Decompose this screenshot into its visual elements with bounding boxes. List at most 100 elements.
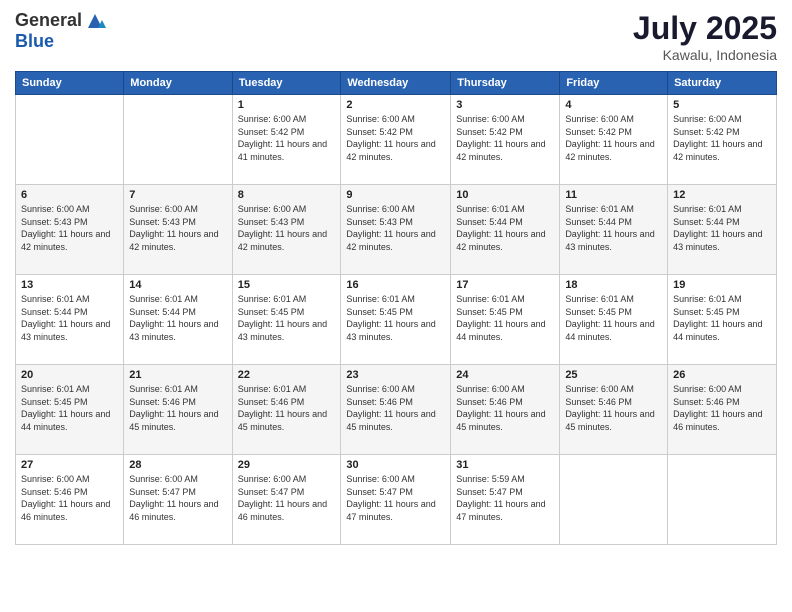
day-number: 22 <box>238 369 336 381</box>
calendar-cell: 14 Sunrise: 6:01 AMSunset: 5:44 PMDayligh… <box>124 275 232 365</box>
calendar-cell <box>16 95 124 185</box>
calendar-cell <box>124 95 232 185</box>
calendar-cell <box>560 455 668 545</box>
calendar-cell: 1 Sunrise: 6:00 AMSunset: 5:42 PMDaylight… <box>232 95 341 185</box>
weekday-header-monday: Monday <box>124 72 232 95</box>
day-info: Sunrise: 6:01 AMSunset: 5:46 PMDaylight:… <box>129 383 226 433</box>
calendar-cell: 18 Sunrise: 6:01 AMSunset: 5:45 PMDayligh… <box>560 275 668 365</box>
calendar-cell: 27 Sunrise: 6:00 AMSunset: 5:46 PMDayligh… <box>16 455 124 545</box>
day-info: Sunrise: 6:01 AMSunset: 5:44 PMDaylight:… <box>129 293 226 343</box>
day-info: Sunrise: 6:01 AMSunset: 5:44 PMDaylight:… <box>565 203 662 253</box>
calendar-cell: 12 Sunrise: 6:01 AMSunset: 5:44 PMDayligh… <box>668 185 777 275</box>
calendar-cell: 8Sunrise: 6:00 AMSunset: 5:43 PMDaylight… <box>232 185 341 275</box>
page: General Blue July 2025 Kawalu, Indonesia… <box>0 0 792 612</box>
calendar-table: SundayMondayTuesdayWednesdayThursdayFrid… <box>15 71 777 545</box>
day-number: 25 <box>565 369 662 381</box>
calendar-cell: 26 Sunrise: 6:00 AMSunset: 5:46 PMDayligh… <box>668 365 777 455</box>
calendar-cell: 24Sunrise: 6:00 AMSunset: 5:46 PMDayligh… <box>451 365 560 455</box>
day-number: 24 <box>456 369 554 381</box>
week-row-4: 20 Sunrise: 6:01 AMSunset: 5:45 PMDayligh… <box>16 365 777 455</box>
day-number: 13 <box>21 279 118 291</box>
weekday-header-tuesday: Tuesday <box>232 72 341 95</box>
day-number: 15 <box>238 279 336 291</box>
day-info: Sunrise: 6:00 AMSunset: 5:46 PMDaylight:… <box>565 383 662 433</box>
calendar-cell: 29 Sunrise: 6:00 AMSunset: 5:47 PMDayligh… <box>232 455 341 545</box>
calendar-cell: 17 Sunrise: 6:01 AMSunset: 5:45 PMDayligh… <box>451 275 560 365</box>
day-info: Sunrise: 6:00 AMSunset: 5:47 PMDaylight:… <box>346 473 445 523</box>
day-number: 28 <box>129 459 226 471</box>
calendar-cell: 28 Sunrise: 6:00 AMSunset: 5:47 PMDayligh… <box>124 455 232 545</box>
calendar-cell: 15 Sunrise: 6:01 AMSunset: 5:45 PMDayligh… <box>232 275 341 365</box>
weekday-header-friday: Friday <box>560 72 668 95</box>
day-number: 20 <box>21 369 118 381</box>
day-info: Sunrise: 6:01 AMSunset: 5:46 PMDaylight:… <box>238 383 336 433</box>
day-number: 14 <box>129 279 226 291</box>
day-info: Sunrise: 6:00 AMSunset: 5:47 PMDaylight:… <box>129 473 226 523</box>
day-info: Sunrise: 6:00 AMSunset: 5:42 PMDaylight:… <box>238 113 336 163</box>
calendar-cell: 6 Sunrise: 6:00 AMSunset: 5:43 PMDaylight… <box>16 185 124 275</box>
day-number: 17 <box>456 279 554 291</box>
day-info: Sunrise: 6:00 AMSunset: 5:43 PMDaylight:… <box>21 203 118 253</box>
day-number: 26 <box>673 369 771 381</box>
day-info: Sunrise: 6:01 AMSunset: 5:45 PMDaylight:… <box>21 383 118 433</box>
month-title: July 2025 <box>633 10 777 47</box>
calendar-cell: 4Sunrise: 6:00 AMSunset: 5:42 PMDaylight… <box>560 95 668 185</box>
calendar-cell: 20 Sunrise: 6:01 AMSunset: 5:45 PMDayligh… <box>16 365 124 455</box>
day-number: 8 <box>238 189 336 201</box>
header: General Blue July 2025 Kawalu, Indonesia <box>15 10 777 63</box>
day-number: 12 <box>673 189 771 201</box>
title-area: July 2025 Kawalu, Indonesia <box>633 10 777 63</box>
day-number: 21 <box>129 369 226 381</box>
calendar-cell <box>668 455 777 545</box>
day-number: 27 <box>21 459 118 471</box>
day-info: Sunrise: 6:01 AMSunset: 5:45 PMDaylight:… <box>456 293 554 343</box>
day-info: Sunrise: 6:00 AMSunset: 5:43 PMDaylight:… <box>129 203 226 253</box>
day-info: Sunrise: 6:01 AMSunset: 5:45 PMDaylight:… <box>238 293 336 343</box>
week-row-3: 13 Sunrise: 6:01 AMSunset: 5:44 PMDayligh… <box>16 275 777 365</box>
calendar-cell: 30Sunrise: 6:00 AMSunset: 5:47 PMDayligh… <box>341 455 451 545</box>
calendar-cell: 11 Sunrise: 6:01 AMSunset: 5:44 PMDayligh… <box>560 185 668 275</box>
day-info: Sunrise: 6:00 AMSunset: 5:47 PMDaylight:… <box>238 473 336 523</box>
day-number: 9 <box>346 189 445 201</box>
day-info: Sunrise: 6:01 AMSunset: 5:44 PMDaylight:… <box>21 293 118 343</box>
calendar-cell: 16Sunrise: 6:01 AMSunset: 5:45 PMDayligh… <box>341 275 451 365</box>
day-number: 31 <box>456 459 554 471</box>
day-info: Sunrise: 5:59 AMSunset: 5:47 PMDaylight:… <box>456 473 554 523</box>
day-number: 29 <box>238 459 336 471</box>
week-row-2: 6 Sunrise: 6:00 AMSunset: 5:43 PMDaylight… <box>16 185 777 275</box>
day-number: 6 <box>21 189 118 201</box>
logo-general-text: General <box>15 11 82 31</box>
logo-blue-text: Blue <box>15 32 106 52</box>
calendar-cell: 23Sunrise: 6:00 AMSunset: 5:46 PMDayligh… <box>341 365 451 455</box>
calendar-cell: 3Sunrise: 6:00 AMSunset: 5:42 PMDaylight… <box>451 95 560 185</box>
calendar-cell: 13 Sunrise: 6:01 AMSunset: 5:44 PMDayligh… <box>16 275 124 365</box>
logo-icon <box>84 10 106 32</box>
calendar-cell: 7 Sunrise: 6:00 AMSunset: 5:43 PMDaylight… <box>124 185 232 275</box>
day-info: Sunrise: 6:00 AMSunset: 5:46 PMDaylight:… <box>21 473 118 523</box>
day-info: Sunrise: 6:01 AMSunset: 5:45 PMDaylight:… <box>673 293 771 343</box>
calendar-cell: 9 Sunrise: 6:00 AMSunset: 5:43 PMDaylight… <box>341 185 451 275</box>
calendar-cell: 19 Sunrise: 6:01 AMSunset: 5:45 PMDayligh… <box>668 275 777 365</box>
location-title: Kawalu, Indonesia <box>633 47 777 63</box>
day-info: Sunrise: 6:01 AMSunset: 5:45 PMDaylight:… <box>565 293 662 343</box>
day-number: 1 <box>238 99 336 111</box>
day-info: Sunrise: 6:00 AMSunset: 5:42 PMDaylight:… <box>456 113 554 163</box>
day-info: Sunrise: 6:01 AMSunset: 5:44 PMDaylight:… <box>673 203 771 253</box>
calendar-cell: 10Sunrise: 6:01 AMSunset: 5:44 PMDayligh… <box>451 185 560 275</box>
calendar-cell: 5Sunrise: 6:00 AMSunset: 5:42 PMDaylight… <box>668 95 777 185</box>
day-info: Sunrise: 6:00 AMSunset: 5:42 PMDaylight:… <box>673 113 771 163</box>
day-info: Sunrise: 6:00 AMSunset: 5:46 PMDaylight:… <box>673 383 771 433</box>
calendar-cell: 31 Sunrise: 5:59 AMSunset: 5:47 PMDayligh… <box>451 455 560 545</box>
day-number: 19 <box>673 279 771 291</box>
week-row-5: 27 Sunrise: 6:00 AMSunset: 5:46 PMDayligh… <box>16 455 777 545</box>
week-row-1: 1 Sunrise: 6:00 AMSunset: 5:42 PMDaylight… <box>16 95 777 185</box>
weekday-header-wednesday: Wednesday <box>341 72 451 95</box>
day-number: 11 <box>565 189 662 201</box>
day-number: 18 <box>565 279 662 291</box>
weekday-header-row: SundayMondayTuesdayWednesdayThursdayFrid… <box>16 72 777 95</box>
calendar-cell: 21 Sunrise: 6:01 AMSunset: 5:46 PMDayligh… <box>124 365 232 455</box>
day-info: Sunrise: 6:00 AMSunset: 5:43 PMDaylight:… <box>346 203 445 253</box>
calendar-cell: 25 Sunrise: 6:00 AMSunset: 5:46 PMDayligh… <box>560 365 668 455</box>
day-number: 7 <box>129 189 226 201</box>
day-info: Sunrise: 6:00 AMSunset: 5:46 PMDaylight:… <box>346 383 445 433</box>
